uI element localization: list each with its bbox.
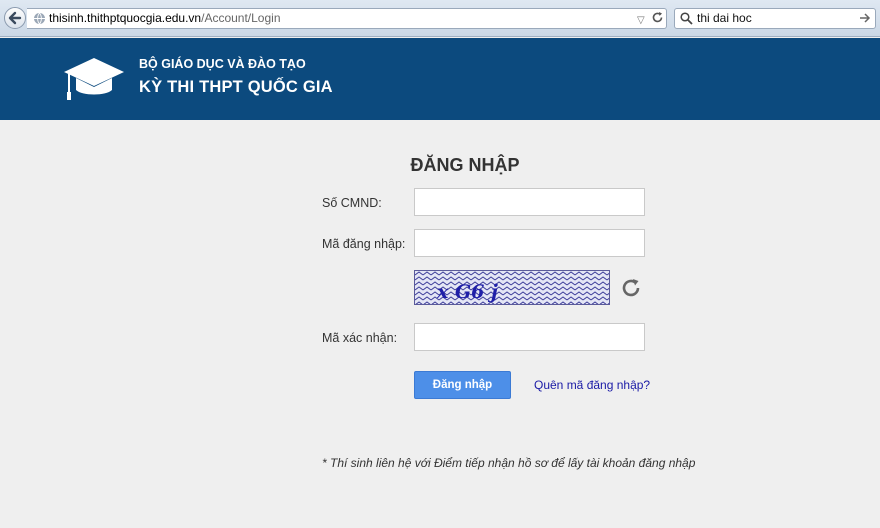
url-dropdown-icon[interactable]: ▽ (637, 11, 645, 30)
url-text: thisinh.thithptquocgia.edu.vn/Account/Lo… (49, 9, 281, 28)
cmnd-input[interactable] (414, 188, 645, 216)
login-button[interactable]: Đăng nhập (414, 371, 511, 399)
search-query: thi dai hoc (697, 11, 752, 25)
org-name: BỘ GIÁO DỤC VÀ ĐÀO TẠO (139, 57, 306, 71)
reload-icon[interactable] (651, 11, 664, 24)
globe-icon (34, 12, 45, 25)
search-bar[interactable]: thi dai hoc (674, 8, 876, 29)
captcha-label: Mã xác nhận: (322, 331, 398, 345)
page-title: ĐĂNG NHẬP (410, 155, 520, 175)
captcha-input[interactable] (414, 323, 645, 351)
captcha-image: x G6 j (414, 270, 610, 305)
cmnd-label: Số CMND: (322, 196, 382, 210)
url-path: /Account/Login (201, 11, 281, 25)
address-bar[interactable]: thisinh.thithptquocgia.edu.vn/Account/Lo… (27, 8, 667, 29)
search-go-icon[interactable] (859, 12, 871, 24)
site-header (0, 38, 880, 120)
forgot-code-link[interactable]: Quên mã đăng nhập? (534, 378, 650, 392)
exam-name: KỲ THI THPT QUỐC GIA (139, 78, 333, 96)
back-button[interactable] (4, 7, 26, 29)
login-code-label: Mã đăng nhập: (322, 237, 406, 251)
instruction-note: * Thí sinh liên hệ với Điểm tiếp nhận hồ… (322, 456, 696, 470)
browser-toolbar: thisinh.thithptquocgia.edu.vn/Account/Lo… (0, 0, 880, 37)
login-code-input[interactable] (414, 229, 645, 257)
search-icon (680, 12, 693, 25)
back-arrow-icon (8, 11, 22, 25)
captcha-text: x G6 j (436, 281, 498, 303)
url-host: thisinh.thithptquocgia.edu.vn (49, 11, 202, 25)
graduation-cap-icon (64, 58, 124, 100)
refresh-captcha-icon[interactable] (620, 277, 642, 299)
